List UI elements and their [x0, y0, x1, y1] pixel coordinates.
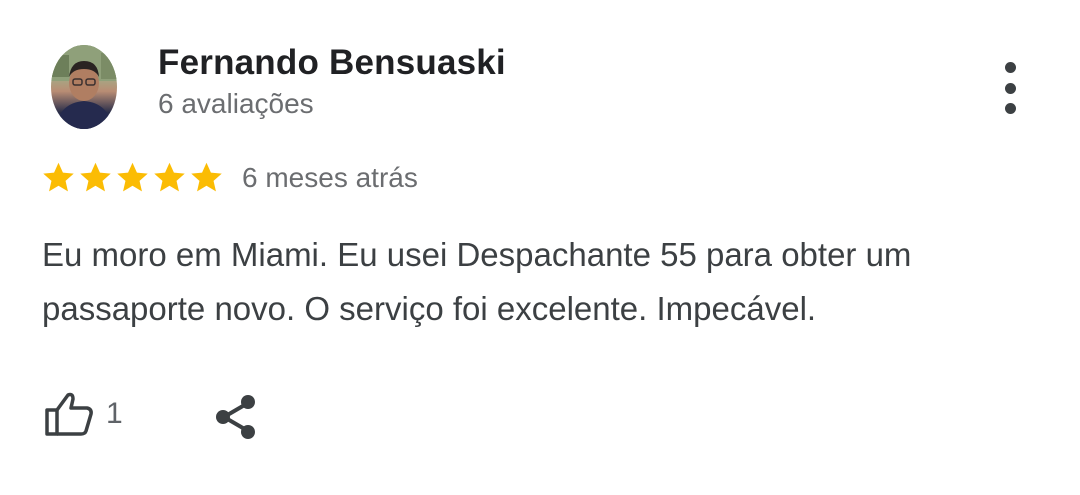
share-icon	[216, 395, 255, 439]
star-icon	[114, 160, 151, 198]
star-icon	[77, 160, 114, 198]
avatar-photo	[51, 45, 117, 129]
star-icon	[40, 160, 77, 198]
share-button[interactable]	[212, 393, 260, 446]
review-time: 6 meses atrás	[242, 162, 418, 193]
more-vert-icon	[1004, 62, 1016, 73]
more-options-button[interactable]	[990, 62, 1030, 114]
thumb-up-icon	[45, 392, 93, 436]
review-card: Fernando Bensuaski 6 avaliações 6 meses …	[0, 0, 1080, 495]
author-review-count: 6 avaliações	[158, 88, 314, 119]
review-text: Eu moro em Miami. Eu usei Despachante 55…	[42, 236, 912, 327]
star-icon	[151, 160, 188, 198]
like-button[interactable]: 1	[44, 391, 123, 437]
star-rating	[40, 160, 225, 198]
star-icon	[188, 160, 225, 198]
avatar[interactable]	[51, 45, 117, 129]
like-count: 1	[106, 397, 123, 430]
author-name[interactable]: Fernando Bensuaski	[158, 43, 506, 83]
